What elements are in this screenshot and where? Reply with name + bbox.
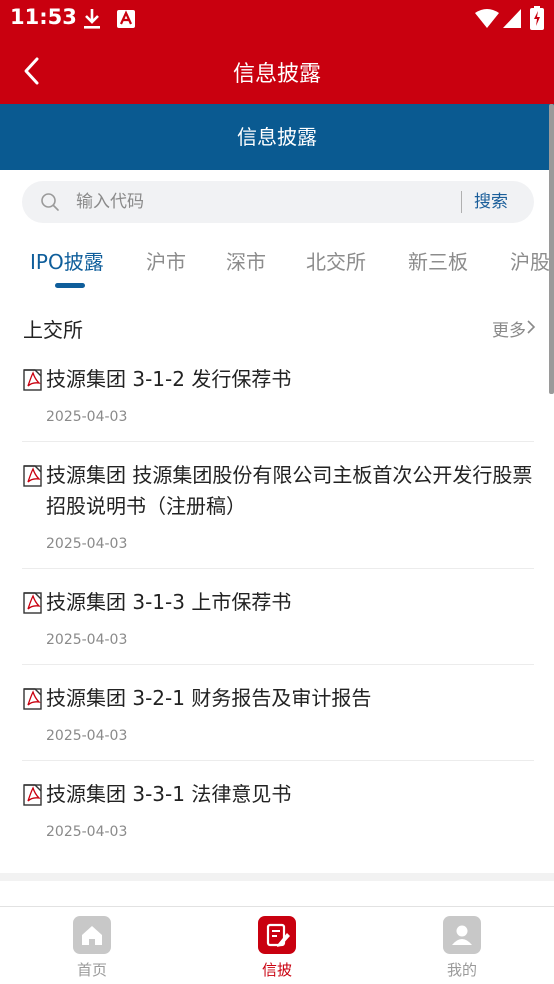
wifi-icon bbox=[475, 9, 499, 28]
tab-shanghai-hk[interactable]: 沪股 bbox=[510, 246, 550, 275]
item-date: 2025-04-03 bbox=[46, 409, 128, 425]
pdf-icon bbox=[23, 784, 42, 806]
battery-icon bbox=[530, 6, 544, 30]
pdf-icon bbox=[23, 592, 42, 614]
tab-shanghai[interactable]: 沪市 bbox=[146, 246, 186, 275]
list-item[interactable]: 技源集团 3-1-2 发行保荐书 2025-04-03 bbox=[22, 358, 534, 442]
pdf-icon bbox=[23, 369, 42, 391]
search-input[interactable] bbox=[76, 181, 456, 223]
status-time: 11:53 bbox=[10, 5, 77, 29]
tab-new-third-board[interactable]: 新三板 bbox=[408, 246, 468, 275]
nav-home[interactable]: 首页 bbox=[52, 916, 132, 980]
disclosure-icon bbox=[258, 916, 296, 954]
download-icon bbox=[84, 9, 100, 29]
signal-icon bbox=[503, 9, 521, 28]
active-tab-indicator bbox=[55, 283, 85, 288]
sub-header: 信息披露 bbox=[0, 104, 554, 170]
list-item[interactable]: 技源集团 3-2-1 财务报告及审计报告 2025-04-03 bbox=[22, 677, 534, 761]
search-icon bbox=[41, 193, 59, 211]
search-button[interactable]: 搜索 bbox=[474, 181, 508, 223]
item-date: 2025-04-03 bbox=[46, 536, 128, 552]
nav-disclosure[interactable]: 信披 bbox=[237, 916, 317, 980]
tab-beijing-exchange[interactable]: 北交所 bbox=[306, 246, 366, 275]
search-box: 搜索 bbox=[22, 181, 534, 223]
tab-shenzhen[interactable]: 深市 bbox=[226, 246, 266, 275]
app-notification-icon bbox=[117, 10, 135, 28]
status-bar: 11:53 bbox=[0, 0, 554, 38]
section-header: 上交所 更多 bbox=[0, 306, 554, 350]
item-title: 技源集团 3-1-2 发行保荐书 bbox=[46, 367, 292, 391]
section-divider bbox=[0, 873, 554, 881]
section-title: 上交所 bbox=[23, 318, 83, 342]
disclosure-list: 技源集团 3-1-2 发行保荐书 2025-04-03 技源集团 技源集团股份有… bbox=[22, 358, 534, 868]
item-title: 技源集团 3-1-3 上市保荐书 bbox=[46, 590, 292, 614]
market-tabs: IPO披露 沪市 深市 北交所 新三板 沪股 bbox=[0, 238, 554, 290]
chevron-right-icon[interactable] bbox=[526, 319, 536, 335]
page-title: 信息披露 bbox=[232, 62, 321, 87]
list-item[interactable]: 技源集团 3-1-3 上市保荐书 2025-04-03 bbox=[22, 581, 534, 665]
item-date: 2025-04-03 bbox=[46, 728, 128, 744]
user-icon bbox=[443, 916, 481, 954]
item-title: 技源集团 3-3-1 法律意见书 bbox=[46, 782, 292, 806]
nav-mine[interactable]: 我的 bbox=[422, 916, 502, 980]
tab-ipo[interactable]: IPO披露 bbox=[30, 246, 104, 275]
pdf-icon bbox=[23, 465, 42, 487]
item-title: 技源集团 技源集团股份有限公司主板首次公开发行股票招股说明书（注册稿） bbox=[46, 463, 533, 518]
pdf-icon bbox=[23, 688, 42, 710]
list-item[interactable]: 技源集团 3-3-1 法律意见书 2025-04-03 bbox=[22, 773, 534, 856]
title-bar: 信息披露 bbox=[0, 38, 554, 104]
item-date: 2025-04-03 bbox=[46, 632, 128, 648]
search-divider bbox=[461, 191, 462, 213]
nav-home-label: 首页 bbox=[76, 961, 107, 979]
item-date: 2025-04-03 bbox=[46, 824, 128, 840]
nav-mine-label: 我的 bbox=[446, 961, 477, 979]
home-icon bbox=[73, 916, 111, 954]
bottom-nav: 首页 信披 我的 bbox=[0, 906, 554, 984]
list-item[interactable]: 技源集团 技源集团股份有限公司主板首次公开发行股票招股说明书（注册稿） 2025… bbox=[22, 454, 534, 569]
item-title: 技源集团 3-2-1 财务报告及审计报告 bbox=[46, 686, 372, 710]
more-link[interactable]: 更多 bbox=[492, 316, 526, 341]
nav-disclosure-label: 信披 bbox=[261, 961, 292, 979]
